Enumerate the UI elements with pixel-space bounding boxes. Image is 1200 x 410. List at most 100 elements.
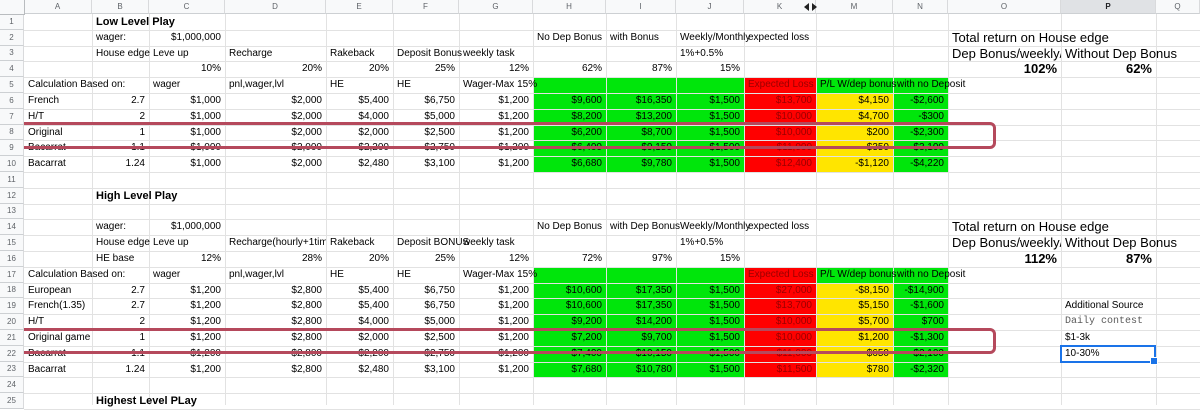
cell-H20[interactable]: $9,200 bbox=[533, 314, 606, 330]
cell-D15[interactable]: Recharge(hourly+1time) bbox=[225, 235, 326, 251]
cell-P3[interactable]: Without Dep Bonus bbox=[1061, 46, 1156, 62]
row-header-5[interactable]: 5 bbox=[0, 77, 24, 93]
cell-G17[interactable]: Wager-Max 15% bbox=[459, 267, 533, 283]
cell-A20[interactable]: H/T bbox=[24, 314, 92, 330]
cell-K23[interactable]: $11,500 bbox=[744, 362, 816, 378]
cell-E20[interactable]: $4,000 bbox=[326, 314, 393, 330]
cell-B25[interactable]: Highest Level PLay bbox=[92, 393, 149, 409]
cell-E22[interactable]: $2,200 bbox=[326, 346, 393, 362]
cell-E17[interactable]: HE bbox=[326, 267, 393, 283]
cell-N10[interactable]: -$4,220 bbox=[893, 156, 948, 172]
cell-F9[interactable]: $2,750 bbox=[393, 140, 459, 156]
row-header-23[interactable]: 23 bbox=[0, 362, 24, 378]
cell-G23[interactable]: $1,200 bbox=[459, 362, 533, 378]
cell-B22[interactable]: 1.1 bbox=[92, 346, 149, 362]
cell-M17[interactable]: P/L W/dep bonus bbox=[816, 267, 893, 283]
cell-F8[interactable]: $2,500 bbox=[393, 125, 459, 141]
cell-C2[interactable]: $1,000,000 bbox=[149, 30, 225, 46]
column-header-A[interactable]: A bbox=[24, 0, 92, 14]
cell-F4[interactable]: 25% bbox=[393, 61, 459, 77]
cell-M18[interactable]: -$8,150 bbox=[816, 283, 893, 299]
cell-G8[interactable]: $1,200 bbox=[459, 125, 533, 141]
cell-K7[interactable]: $10,000 bbox=[744, 109, 816, 125]
cell-K14[interactable]: expected loss bbox=[744, 219, 816, 235]
cell-M22[interactable]: $650 bbox=[816, 346, 893, 362]
cell-N20[interactable]: $700 bbox=[893, 314, 948, 330]
cell-O15[interactable]: Dep Bonus/weekly/m bbox=[948, 235, 1061, 251]
cell-E6[interactable]: $5,400 bbox=[326, 93, 393, 109]
column-header-P[interactable]: P bbox=[1061, 0, 1156, 14]
cell-I16[interactable]: 97% bbox=[606, 251, 676, 267]
cell-G3[interactable]: weekly task bbox=[459, 46, 533, 62]
cell-J2[interactable]: Weekly/Monthly bbox=[676, 30, 744, 46]
cell-J17[interactable] bbox=[676, 267, 744, 283]
cell-N18[interactable]: -$14,900 bbox=[893, 283, 948, 299]
cell-N7[interactable]: -$300 bbox=[893, 109, 948, 125]
cell-K21[interactable]: $10,000 bbox=[744, 330, 816, 346]
cell-I5[interactable] bbox=[606, 77, 676, 93]
cell-J15[interactable]: 1%+0.5% bbox=[676, 235, 744, 251]
cell-D17[interactable]: pnl,wager,lvl bbox=[225, 267, 326, 283]
cell-B12[interactable]: High Level Play bbox=[92, 188, 149, 204]
select-all-corner[interactable] bbox=[0, 0, 25, 15]
cell-F23[interactable]: $3,100 bbox=[393, 362, 459, 378]
column-header-H[interactable]: H bbox=[533, 0, 606, 14]
cell-I21[interactable]: $9,700 bbox=[606, 330, 676, 346]
cell-H22[interactable]: $7,400 bbox=[533, 346, 606, 362]
cell-J4[interactable]: 15% bbox=[676, 61, 744, 77]
row-header-12[interactable]: 12 bbox=[0, 188, 24, 204]
cell-O3[interactable]: Dep Bonus/weekly/m bbox=[948, 46, 1061, 62]
cell-A22[interactable]: Bacarrat bbox=[24, 346, 92, 362]
cell-D6[interactable]: $2,000 bbox=[225, 93, 326, 109]
cell-K8[interactable]: $10,000 bbox=[744, 125, 816, 141]
cell-M5[interactable]: P/L W/dep bonus bbox=[816, 77, 893, 93]
cell-K20[interactable]: $10,000 bbox=[744, 314, 816, 330]
cell-M20[interactable]: $5,700 bbox=[816, 314, 893, 330]
row-header-20[interactable]: 20 bbox=[0, 314, 24, 330]
cell-F20[interactable]: $5,000 bbox=[393, 314, 459, 330]
cell-H18[interactable]: $10,600 bbox=[533, 283, 606, 299]
cell-N8[interactable]: -$2,300 bbox=[893, 125, 948, 141]
cell-F15[interactable]: Deposit BONUS bbox=[393, 235, 459, 251]
cell-H2[interactable]: No Dep Bonus bbox=[533, 30, 606, 46]
cell-C22[interactable]: $1,200 bbox=[149, 346, 225, 362]
cell-E19[interactable]: $5,400 bbox=[326, 298, 393, 314]
cell-N6[interactable]: -$2,600 bbox=[893, 93, 948, 109]
cell-B8[interactable]: 1 bbox=[92, 125, 149, 141]
cell-I22[interactable]: $10,150 bbox=[606, 346, 676, 362]
cell-G20[interactable]: $1,200 bbox=[459, 314, 533, 330]
cell-A19[interactable]: French(1.35) bbox=[24, 298, 92, 314]
cell-I19[interactable]: $17,350 bbox=[606, 298, 676, 314]
cell-P20[interactable]: Daily contest bbox=[1061, 314, 1156, 330]
cell-H10[interactable]: $6,680 bbox=[533, 156, 606, 172]
cell-M19[interactable]: $5,150 bbox=[816, 298, 893, 314]
cell-E4[interactable]: 20% bbox=[326, 61, 393, 77]
cell-G6[interactable]: $1,200 bbox=[459, 93, 533, 109]
cell-D8[interactable]: $2,000 bbox=[225, 125, 326, 141]
cell-H21[interactable]: $7,200 bbox=[533, 330, 606, 346]
row-header-18[interactable]: 18 bbox=[0, 283, 24, 299]
column-header-M[interactable]: M bbox=[816, 0, 893, 14]
row-header-1[interactable]: 1 bbox=[0, 14, 24, 30]
cell-H16[interactable]: 72% bbox=[533, 251, 606, 267]
cell-F10[interactable]: $3,100 bbox=[393, 156, 459, 172]
cell-D21[interactable]: $2,800 bbox=[225, 330, 326, 346]
cell-B15[interactable]: House edge bbox=[92, 235, 149, 251]
cell-K17[interactable]: Expected Loss bbox=[744, 267, 816, 283]
cell-O16[interactable]: 112% bbox=[948, 251, 1061, 267]
cell-I4[interactable]: 87% bbox=[606, 61, 676, 77]
cell-I17[interactable] bbox=[606, 267, 676, 283]
cell-E5[interactable]: HE bbox=[326, 77, 393, 93]
cell-C10[interactable]: $1,000 bbox=[149, 156, 225, 172]
cell-J16[interactable]: 15% bbox=[676, 251, 744, 267]
cell-C19[interactable]: $1,200 bbox=[149, 298, 225, 314]
cell-B18[interactable]: 2.7 bbox=[92, 283, 149, 299]
cell-N9[interactable]: -$3,100 bbox=[893, 140, 948, 156]
row-header-8[interactable]: 8 bbox=[0, 125, 24, 141]
cell-C4[interactable]: 10% bbox=[149, 61, 225, 77]
cell-J5[interactable] bbox=[676, 77, 744, 93]
cell-C15[interactable]: Leve up bbox=[149, 235, 225, 251]
cell-N5[interactable]: with no Deposit bbox=[893, 77, 948, 93]
cell-H4[interactable]: 62% bbox=[533, 61, 606, 77]
cell-A5[interactable]: Calculation Based on: bbox=[24, 77, 92, 93]
